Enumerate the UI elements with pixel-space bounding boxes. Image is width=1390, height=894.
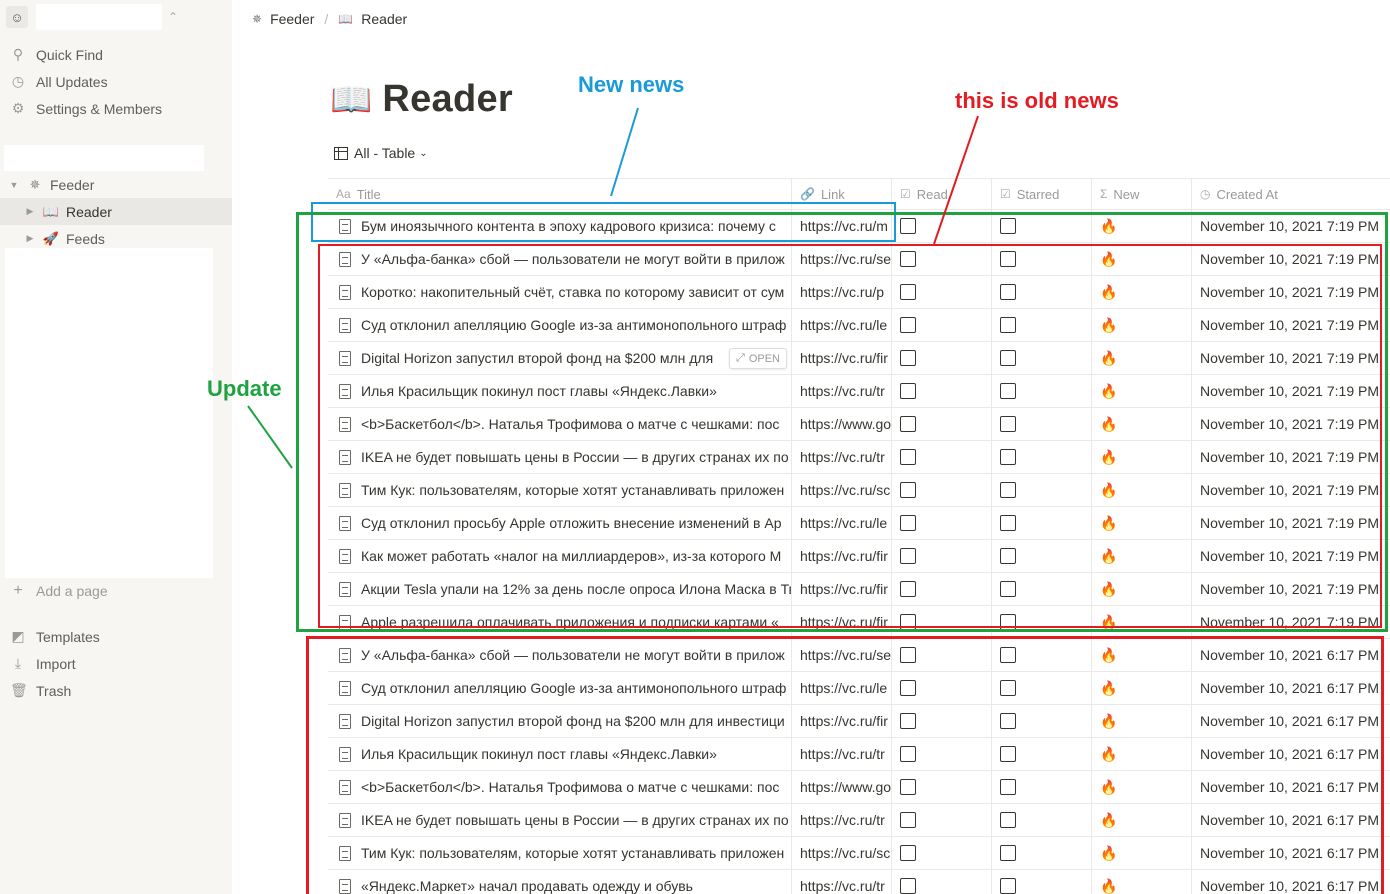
column-header-new[interactable]: Σ New	[1092, 179, 1192, 209]
column-label: New	[1113, 186, 1140, 202]
clock-icon: ◷	[1200, 187, 1211, 201]
rocket-icon: 🚀	[42, 230, 60, 246]
sidebar-item-label: Feeds	[66, 230, 105, 247]
triangle-down-icon[interactable]: ▼	[8, 180, 20, 190]
workspace-switcher[interactable]: ☺ ⌃	[6, 4, 178, 30]
page-header: 📖 Reader	[330, 78, 513, 121]
page-icon[interactable]: 📖	[330, 80, 372, 120]
annotation-old-news-box-1	[318, 244, 1382, 628]
book-icon: 📖	[42, 203, 60, 219]
feeder-icon: ✵	[29, 176, 41, 192]
checkbox-type-icon: ☑	[1000, 187, 1011, 201]
view-switcher[interactable]: All - Table ⌄	[334, 145, 428, 161]
sidebar: ☺ ⌃ ⚲ Quick Find ◷ All Updates ⚙ Setting…	[0, 0, 232, 894]
column-label: Read	[916, 186, 948, 202]
workspace-avatar: ☺	[6, 6, 28, 28]
column-label: Title	[356, 186, 381, 202]
plus-icon: +	[13, 581, 23, 599]
add-page-button[interactable]: + Add a page	[0, 577, 232, 604]
import-icon: ⤓	[14, 655, 22, 671]
add-page-label: Add a page	[36, 582, 108, 599]
sidebar-pages-area	[5, 248, 213, 578]
templates-icon: ◩	[11, 628, 25, 644]
breadcrumb-label: Reader	[361, 11, 408, 27]
breadcrumb: ✵ Feeder / 📖 Reader	[232, 0, 1390, 38]
sidebar-item-label: Templates	[36, 628, 100, 645]
column-label: Link	[820, 186, 845, 202]
link-icon: 🔗	[800, 187, 815, 201]
column-header-created-at[interactable]: ◷ Created At	[1192, 179, 1390, 209]
column-header-starred[interactable]: ☑ Starred	[992, 179, 1092, 209]
breadcrumb-item-reader[interactable]: 📖 Reader	[338, 11, 407, 27]
annotation-update-label: Update	[207, 376, 282, 401]
breadcrumb-separator: /	[324, 11, 329, 27]
sidebar-item-label: All Updates	[36, 73, 108, 90]
breadcrumb-label: Feeder	[270, 11, 315, 27]
sidebar-item-label: Trash	[36, 682, 72, 699]
annotation-new-news-label: New news	[578, 72, 685, 97]
sidebar-item-label: Reader	[66, 203, 112, 220]
sidebar-item-import[interactable]: ⤓ Import	[0, 650, 232, 677]
sidebar-item-label: Settings & Members	[36, 100, 163, 117]
column-label: Starred	[1016, 186, 1060, 202]
workspace-name[interactable]	[36, 4, 162, 30]
sidebar-item-settings[interactable]: ⚙ Settings & Members	[0, 95, 232, 122]
clock-icon: ◷	[11, 73, 25, 89]
sidebar-item-templates[interactable]: ◩ Templates	[0, 623, 232, 650]
annotation-old-news-box-2	[306, 636, 1384, 894]
search-icon: ⚲	[12, 46, 24, 62]
feeder-icon: ✵	[252, 12, 263, 26]
sidebar-item-all-updates[interactable]: ◷ All Updates	[0, 68, 232, 95]
annotation-old-news-label: this is old news	[955, 88, 1119, 113]
book-icon: 📖	[338, 12, 354, 26]
column-header-read[interactable]: ☑ Read	[892, 179, 992, 209]
trash-icon: 🗑	[10, 682, 28, 698]
text-type-icon: Aa	[336, 187, 351, 201]
view-label: All - Table	[354, 145, 416, 161]
chevron-down-icon: ⌄	[419, 147, 428, 159]
page-title[interactable]: Reader	[382, 78, 513, 121]
sidebar-item-quick-find[interactable]: ⚲ Quick Find	[0, 41, 232, 68]
triangle-right-icon[interactable]: ▶	[24, 206, 36, 217]
sidebar-item-label: Feeder	[50, 176, 95, 193]
sidebar-section-header	[4, 145, 204, 171]
annotation-update-line	[247, 405, 293, 469]
breadcrumb-item-feeder[interactable]: ✵ Feeder	[252, 11, 314, 27]
sidebar-item-reader[interactable]: ▶ 📖 Reader	[0, 198, 232, 225]
gear-icon: ⚙	[11, 100, 25, 116]
column-label: Created At	[1216, 186, 1278, 202]
formula-icon: Σ	[1100, 187, 1108, 201]
sidebar-item-label: Quick Find	[36, 46, 103, 63]
table-icon	[334, 146, 348, 160]
chevron-updown-icon[interactable]: ⌃	[168, 10, 178, 24]
checkbox-type-icon: ☑	[900, 187, 911, 201]
triangle-right-icon[interactable]: ▶	[24, 233, 36, 244]
sidebar-item-trash[interactable]: 🗑 Trash	[0, 677, 232, 704]
sidebar-item-label: Import	[36, 655, 76, 672]
sidebar-item-feeder[interactable]: ▼ ✵ Feeder	[0, 171, 232, 198]
